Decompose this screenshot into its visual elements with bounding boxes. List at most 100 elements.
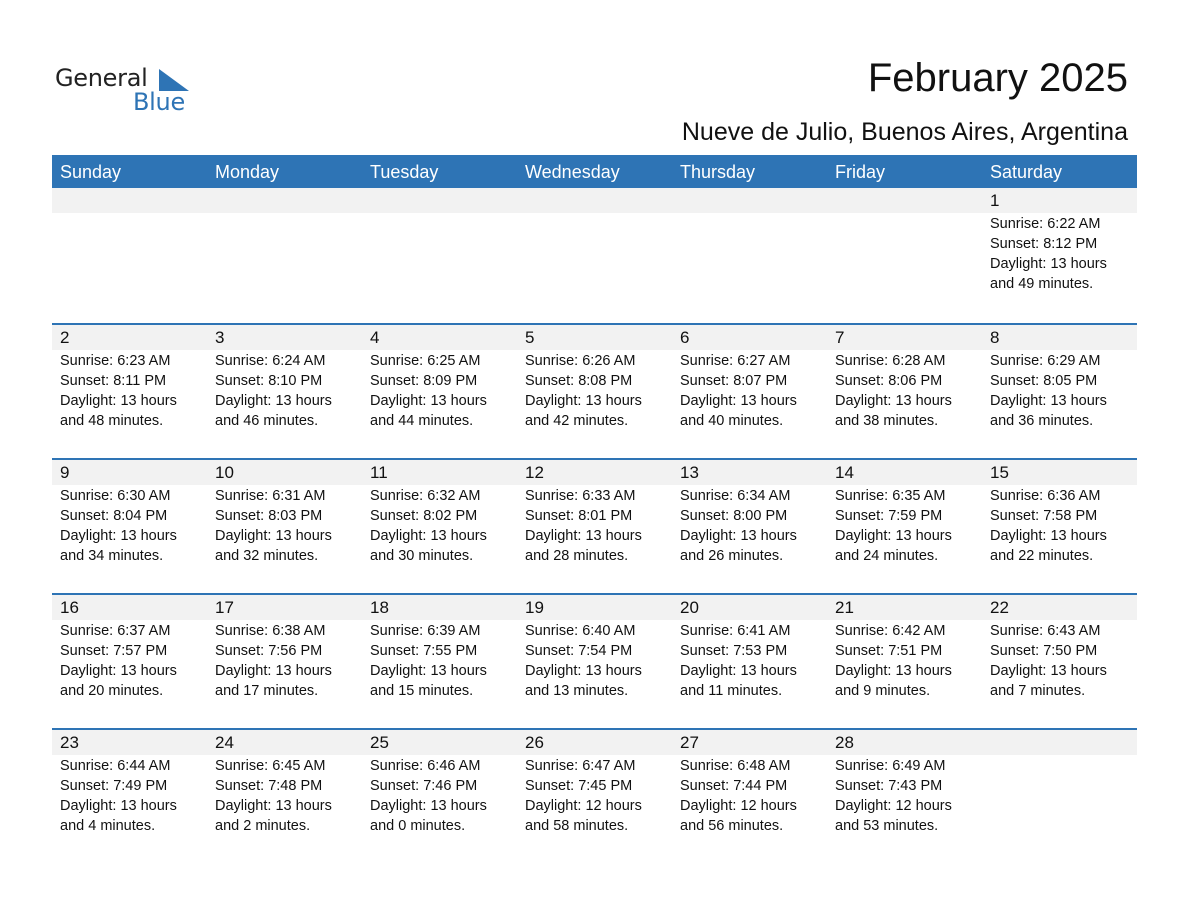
weekday-header-friday: Friday	[835, 162, 886, 182]
sunset-text: Sunset: 7:57 PM	[60, 643, 168, 659]
daylight-minutes-text: and 34 minutes.	[60, 548, 164, 564]
empty-day-cell	[827, 188, 982, 294]
day-info: Sunrise: 6:24 AM Sunset: 8:10 PM Daylight:…	[215, 351, 362, 431]
day-info: Sunrise: 6:48 AM Sunset: 7:44 PM Daylight:…	[680, 756, 827, 836]
daylight-minutes-text: and 22 minutes.	[990, 548, 1094, 564]
day-cell: 6 Sunrise: 6:27 AM Sunset: 8:07 PM Daylight…	[672, 325, 827, 431]
day-cell: 12 Sunrise: 6:33 AM Sunset: 8:01 PM Dayligh…	[517, 460, 672, 566]
daylight-minutes-text: and 30 minutes.	[370, 548, 474, 564]
sunset-text: Sunset: 8:04 PM	[60, 508, 168, 524]
weekday-header-thursday: Thursday	[680, 162, 756, 182]
daylight-text: Daylight: 13 hours	[60, 393, 177, 409]
daylight-text: Daylight: 13 hours	[835, 528, 952, 544]
daylight-minutes-text: and 17 minutes.	[215, 683, 319, 699]
triangle-flag-icon	[159, 69, 189, 91]
daylight-text: Daylight: 13 hours	[990, 528, 1107, 544]
sunset-text: Sunset: 8:08 PM	[525, 373, 633, 389]
day-info: Sunrise: 6:38 AM Sunset: 7:56 PM Daylight:…	[215, 621, 362, 701]
sunrise-text: Sunrise: 6:29 AM	[990, 353, 1101, 369]
day-number: 25	[370, 733, 389, 752]
sunset-text: Sunset: 8:12 PM	[990, 236, 1098, 252]
daylight-text: Daylight: 13 hours	[680, 663, 797, 679]
daylight-minutes-text: and 38 minutes.	[835, 413, 939, 429]
day-number: 16	[60, 598, 79, 617]
day-cell: 24 Sunrise: 6:45 AM Sunset: 7:48 PM Dayligh…	[207, 730, 362, 836]
week-row: 16 Sunrise: 6:37 AM Sunset: 7:57 PM Dayligh…	[52, 593, 1137, 728]
daylight-minutes-text: and 15 minutes.	[370, 683, 474, 699]
sunrise-text: Sunrise: 6:26 AM	[525, 353, 636, 369]
day-info: Sunrise: 6:33 AM Sunset: 8:01 PM Daylight:…	[525, 486, 672, 566]
day-number: 1	[990, 191, 1000, 210]
day-number: 17	[215, 598, 234, 617]
daylight-text: Daylight: 13 hours	[680, 528, 797, 544]
daylight-minutes-text: and 2 minutes.	[215, 818, 311, 834]
day-info: Sunrise: 6:30 AM Sunset: 8:04 PM Daylight:…	[60, 486, 207, 566]
daylight-text: Daylight: 13 hours	[60, 798, 177, 814]
sunset-text: Sunset: 8:07 PM	[680, 373, 788, 389]
sunrise-text: Sunrise: 6:25 AM	[370, 353, 481, 369]
daylight-text: Daylight: 13 hours	[60, 528, 177, 544]
daylight-minutes-text: and 26 minutes.	[680, 548, 784, 564]
daylight-text: Daylight: 12 hours	[525, 798, 642, 814]
day-number: 3	[215, 328, 225, 347]
day-number: 4	[370, 328, 380, 347]
sunrise-text: Sunrise: 6:48 AM	[680, 758, 791, 774]
sunrise-text: Sunrise: 6:24 AM	[215, 353, 326, 369]
sunset-text: Sunset: 8:03 PM	[215, 508, 323, 524]
daylight-text: Daylight: 13 hours	[680, 393, 797, 409]
day-info: Sunrise: 6:26 AM Sunset: 8:08 PM Daylight:…	[525, 351, 672, 431]
day-cell: 10 Sunrise: 6:31 AM Sunset: 8:03 PM Dayligh…	[207, 460, 362, 566]
day-info: Sunrise: 6:49 AM Sunset: 7:43 PM Daylight:…	[835, 756, 982, 836]
daylight-minutes-text: and 36 minutes.	[990, 413, 1094, 429]
day-number: 22	[990, 598, 1009, 617]
sunrise-text: Sunrise: 6:38 AM	[215, 623, 326, 639]
sunrise-text: Sunrise: 6:42 AM	[835, 623, 946, 639]
day-number: 8	[990, 328, 1000, 347]
sunrise-text: Sunrise: 6:35 AM	[835, 488, 946, 504]
daylight-text: Daylight: 13 hours	[990, 393, 1107, 409]
sunrise-text: Sunrise: 6:39 AM	[370, 623, 481, 639]
daylight-minutes-text: and 13 minutes.	[525, 683, 629, 699]
sunset-text: Sunset: 7:56 PM	[215, 643, 323, 659]
day-number: 15	[990, 463, 1009, 482]
weekday-header-tuesday: Tuesday	[370, 162, 439, 182]
day-cell: 7 Sunrise: 6:28 AM Sunset: 8:06 PM Daylight…	[827, 325, 982, 431]
day-info: Sunrise: 6:40 AM Sunset: 7:54 PM Daylight:…	[525, 621, 672, 701]
day-info: Sunrise: 6:39 AM Sunset: 7:55 PM Daylight:…	[370, 621, 517, 701]
day-info: Sunrise: 6:27 AM Sunset: 8:07 PM Daylight:…	[680, 351, 827, 431]
day-info: Sunrise: 6:37 AM Sunset: 7:57 PM Daylight:…	[60, 621, 207, 701]
week-row: 2 Sunrise: 6:23 AM Sunset: 8:11 PM Daylight…	[52, 323, 1137, 458]
day-cell: 20 Sunrise: 6:41 AM Sunset: 7:53 PM Dayligh…	[672, 595, 827, 701]
daylight-minutes-text: and 24 minutes.	[835, 548, 939, 564]
day-info: Sunrise: 6:41 AM Sunset: 7:53 PM Daylight:…	[680, 621, 827, 701]
sunrise-text: Sunrise: 6:41 AM	[680, 623, 791, 639]
day-info: Sunrise: 6:47 AM Sunset: 7:45 PM Daylight:…	[525, 756, 672, 836]
daylight-minutes-text: and 11 minutes.	[680, 683, 783, 699]
day-number: 13	[680, 463, 699, 482]
sunrise-text: Sunrise: 6:28 AM	[835, 353, 946, 369]
day-cell: 2 Sunrise: 6:23 AM Sunset: 8:11 PM Daylight…	[52, 325, 207, 431]
sunrise-text: Sunrise: 6:30 AM	[60, 488, 171, 504]
day-cell: 22 Sunrise: 6:43 AM Sunset: 7:50 PM Dayligh…	[982, 595, 1137, 701]
day-number: 9	[60, 463, 70, 482]
day-number: 7	[835, 328, 845, 347]
sunrise-text: Sunrise: 6:43 AM	[990, 623, 1101, 639]
day-number: 20	[680, 598, 699, 617]
weekday-header-monday: Monday	[215, 162, 280, 182]
day-number: 2	[60, 328, 70, 347]
daylight-text: Daylight: 13 hours	[215, 528, 332, 544]
daylight-text: Daylight: 13 hours	[525, 663, 642, 679]
day-number: 14	[835, 463, 854, 482]
day-info: Sunrise: 6:45 AM Sunset: 7:48 PM Daylight:…	[215, 756, 362, 836]
day-number: 12	[525, 463, 544, 482]
sunset-text: Sunset: 7:43 PM	[835, 778, 943, 794]
sunset-text: Sunset: 7:55 PM	[370, 643, 478, 659]
day-info: Sunrise: 6:34 AM Sunset: 8:00 PM Daylight:…	[680, 486, 827, 566]
sunset-text: Sunset: 7:59 PM	[835, 508, 943, 524]
daylight-text: Daylight: 13 hours	[990, 663, 1107, 679]
sunrise-text: Sunrise: 6:49 AM	[835, 758, 946, 774]
weekday-header-sunday: Sunday	[60, 162, 122, 182]
day-cell: 14 Sunrise: 6:35 AM Sunset: 7:59 PM Dayligh…	[827, 460, 982, 566]
sunset-text: Sunset: 7:48 PM	[215, 778, 323, 794]
sunset-text: Sunset: 8:10 PM	[215, 373, 323, 389]
